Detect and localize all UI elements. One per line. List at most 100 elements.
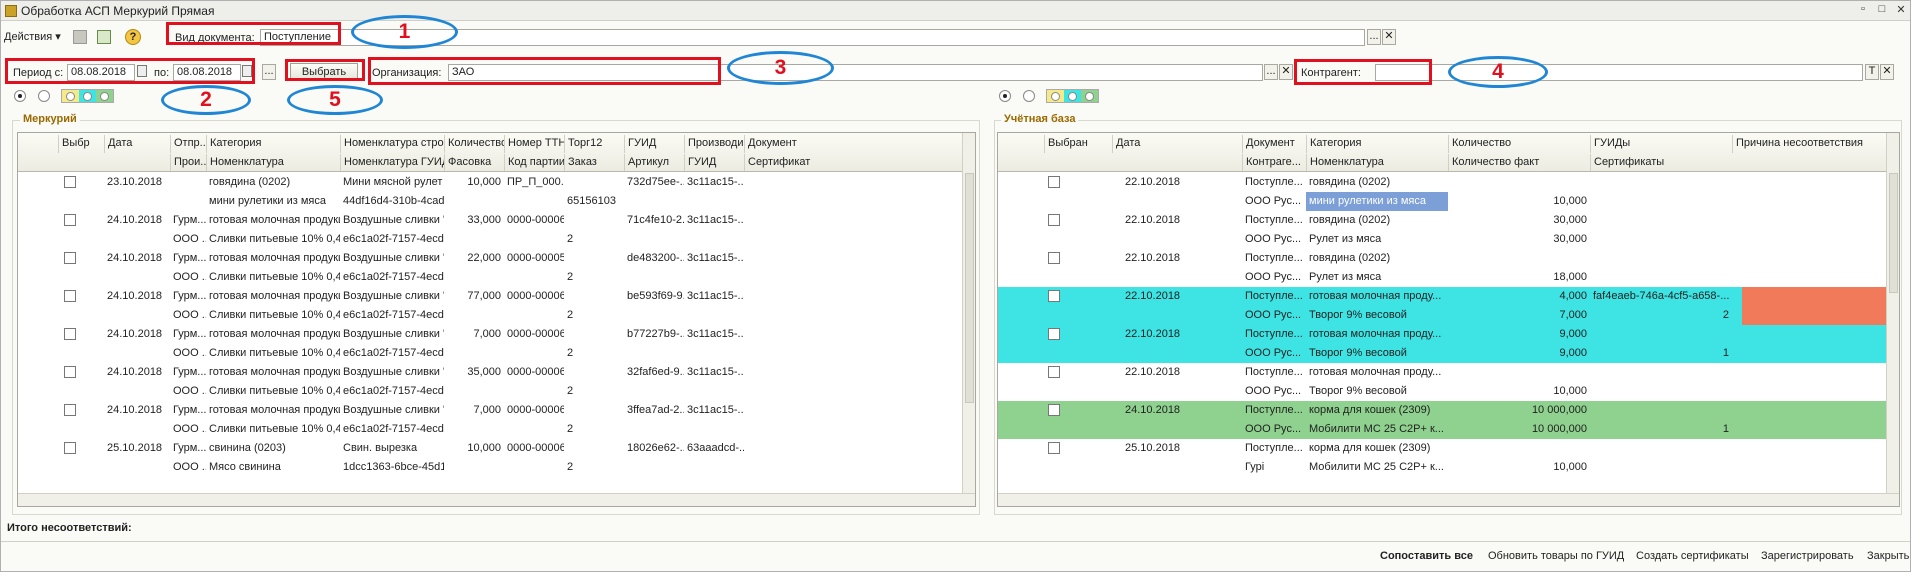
row-nomenclature: Рулет из мяса (1309, 271, 1382, 283)
row-contractor: ООО Рус... (1245, 195, 1302, 207)
row-checkbox[interactable] (1048, 328, 1060, 340)
column-header[interactable]: Количество (444, 135, 504, 153)
minimize-icon[interactable]: ▫ (1856, 3, 1870, 16)
column-header[interactable]: Номенклатура ГУИД (340, 154, 444, 171)
register-button[interactable]: Зарегистрировать (1761, 550, 1854, 562)
vertical-scrollbar[interactable] (962, 133, 975, 493)
filter-radio-all[interactable] (14, 90, 26, 102)
row-checkbox[interactable] (64, 328, 76, 340)
base-table[interactable]: Выбран Дата Документ Категория Количество ГУИ… (997, 132, 1900, 507)
column-header[interactable]: Выбр... (58, 135, 90, 153)
column-header[interactable]: Код партии (504, 154, 564, 171)
color-filter-swatches[interactable] (1046, 89, 1099, 103)
row-quantity: 22,000 (467, 252, 501, 264)
row-category: готовая молочная продукция (209, 214, 340, 226)
column-header[interactable]: Категория (206, 135, 340, 153)
column-header[interactable]: Номенклатура строкой (340, 135, 444, 153)
column-header[interactable]: Дата (104, 135, 170, 153)
filter-radio-none[interactable] (38, 90, 50, 102)
row-checkbox[interactable] (1048, 176, 1060, 188)
row-checkbox[interactable] (1048, 252, 1060, 264)
row-checkbox[interactable] (64, 404, 76, 416)
row-nomenclature: Мобилити МС 25 С2Р+ к... (1309, 461, 1444, 473)
actions-menu[interactable]: Действия ▾ (4, 30, 61, 43)
match-all-button[interactable]: Сопоставить все (1380, 550, 1473, 562)
row-quantity: 35,000 (467, 366, 501, 378)
close-button[interactable]: Закрыть (1867, 550, 1909, 562)
maximize-icon[interactable]: □ (1875, 3, 1889, 16)
column-header[interactable]: Сертификаты (1590, 154, 1732, 171)
color-filter-swatches[interactable] (61, 89, 114, 103)
column-header[interactable]: Документ (1242, 135, 1306, 153)
green-swatch-icon[interactable] (96, 90, 113, 102)
filter-radio-all[interactable] (999, 90, 1011, 102)
column-header[interactable]: Количество факт (1448, 154, 1590, 171)
row-checkbox[interactable] (64, 366, 76, 378)
row-contractor: ООО Рус... (1245, 309, 1302, 321)
cyan-swatch-icon[interactable] (1064, 90, 1081, 102)
column-header[interactable]: Категория (1306, 135, 1448, 153)
column-header[interactable]: Причина несоответствия (1732, 135, 1888, 153)
column-header[interactable]: Номенклатура (1306, 154, 1448, 171)
horizontal-scrollbar[interactable] (998, 493, 1899, 506)
column-header[interactable]: Прои... (170, 154, 206, 171)
row-document: Поступле... (1245, 404, 1303, 416)
column-header[interactable]: Документ (744, 135, 814, 153)
green-swatch-icon[interactable] (1081, 90, 1098, 102)
column-header[interactable]: Номер ТТН (504, 135, 564, 153)
row-checkbox[interactable] (1048, 442, 1060, 454)
horizontal-scrollbar[interactable] (18, 493, 975, 506)
org-select-button[interactable]: ... (1264, 64, 1278, 80)
yellow-swatch-icon[interactable] (1047, 90, 1064, 102)
column-header[interactable]: Количество (1448, 135, 1590, 153)
doc-type-select-button[interactable]: ... (1367, 29, 1381, 45)
row-checkbox[interactable] (1048, 214, 1060, 226)
close-icon[interactable]: ✕ (1894, 3, 1908, 16)
cyan-swatch-icon[interactable] (79, 90, 96, 102)
create-certificates-button[interactable]: Создать сертификаты (1636, 550, 1749, 562)
column-header[interactable]: Фасовка (444, 154, 504, 171)
column-header[interactable]: Заказ (564, 154, 624, 171)
row-checkbox[interactable] (1048, 366, 1060, 378)
row-checkbox[interactable] (64, 442, 76, 454)
row-guids (1590, 439, 1732, 458)
vertical-scrollbar[interactable] (1886, 133, 1899, 493)
doc-type-clear-button[interactable]: ✕ (1382, 29, 1396, 45)
row-document: Поступле... (1245, 328, 1303, 340)
column-header[interactable]: Номенклатура (206, 154, 340, 171)
row-sender: Гурм... (173, 328, 206, 340)
row-checkbox[interactable] (64, 214, 76, 226)
column-header[interactable]: Торг12 (564, 135, 624, 153)
mercury-table[interactable]: Выбр... ДатаОтпр...КатегорияНоменклатура … (17, 132, 976, 507)
column-header[interactable]: Выбран (1044, 135, 1112, 153)
column-header[interactable]: ГУИД (624, 135, 684, 153)
column-header[interactable]: ГУИД (684, 154, 744, 171)
period-select-button[interactable]: ... (262, 64, 276, 80)
column-header[interactable]: Дата (1112, 135, 1242, 153)
row-checkbox[interactable] (64, 290, 76, 302)
column-header[interactable]: Сертификат (744, 154, 814, 171)
filter-radio-none[interactable] (1023, 90, 1035, 102)
row-checkbox[interactable] (1048, 290, 1060, 302)
highlight-box-period (5, 58, 255, 84)
org-clear-button[interactable]: ✕ (1279, 64, 1293, 80)
contractor-clear-button[interactable]: ✕ (1880, 64, 1894, 80)
row-checkbox[interactable] (64, 176, 76, 188)
row-checkbox[interactable] (1048, 404, 1060, 416)
yellow-swatch-icon[interactable] (62, 90, 79, 102)
row-quantity: 9,000 (1559, 328, 1587, 340)
help-icon[interactable]: ? (125, 29, 141, 45)
contractor-type-button[interactable]: T (1865, 64, 1879, 80)
column-header[interactable]: Производи... (684, 135, 744, 153)
column-header[interactable]: Отпр... (170, 135, 206, 153)
row-sender2: ООО ... (173, 385, 206, 397)
row-nomenclature-guid: e6c1a02f-7157-4ecd-a... (343, 309, 444, 321)
row-date: 24.10.2018 (107, 404, 163, 416)
column-header[interactable]: ГУИДы (1590, 135, 1732, 153)
column-header[interactable]: Контраге... (1242, 154, 1306, 171)
save-icon[interactable] (73, 30, 87, 44)
column-header[interactable]: Артикул (624, 154, 684, 171)
update-by-guid-button[interactable]: Обновить товары по ГУИД (1488, 550, 1624, 562)
refresh-icon[interactable] (97, 30, 111, 44)
row-checkbox[interactable] (64, 252, 76, 264)
